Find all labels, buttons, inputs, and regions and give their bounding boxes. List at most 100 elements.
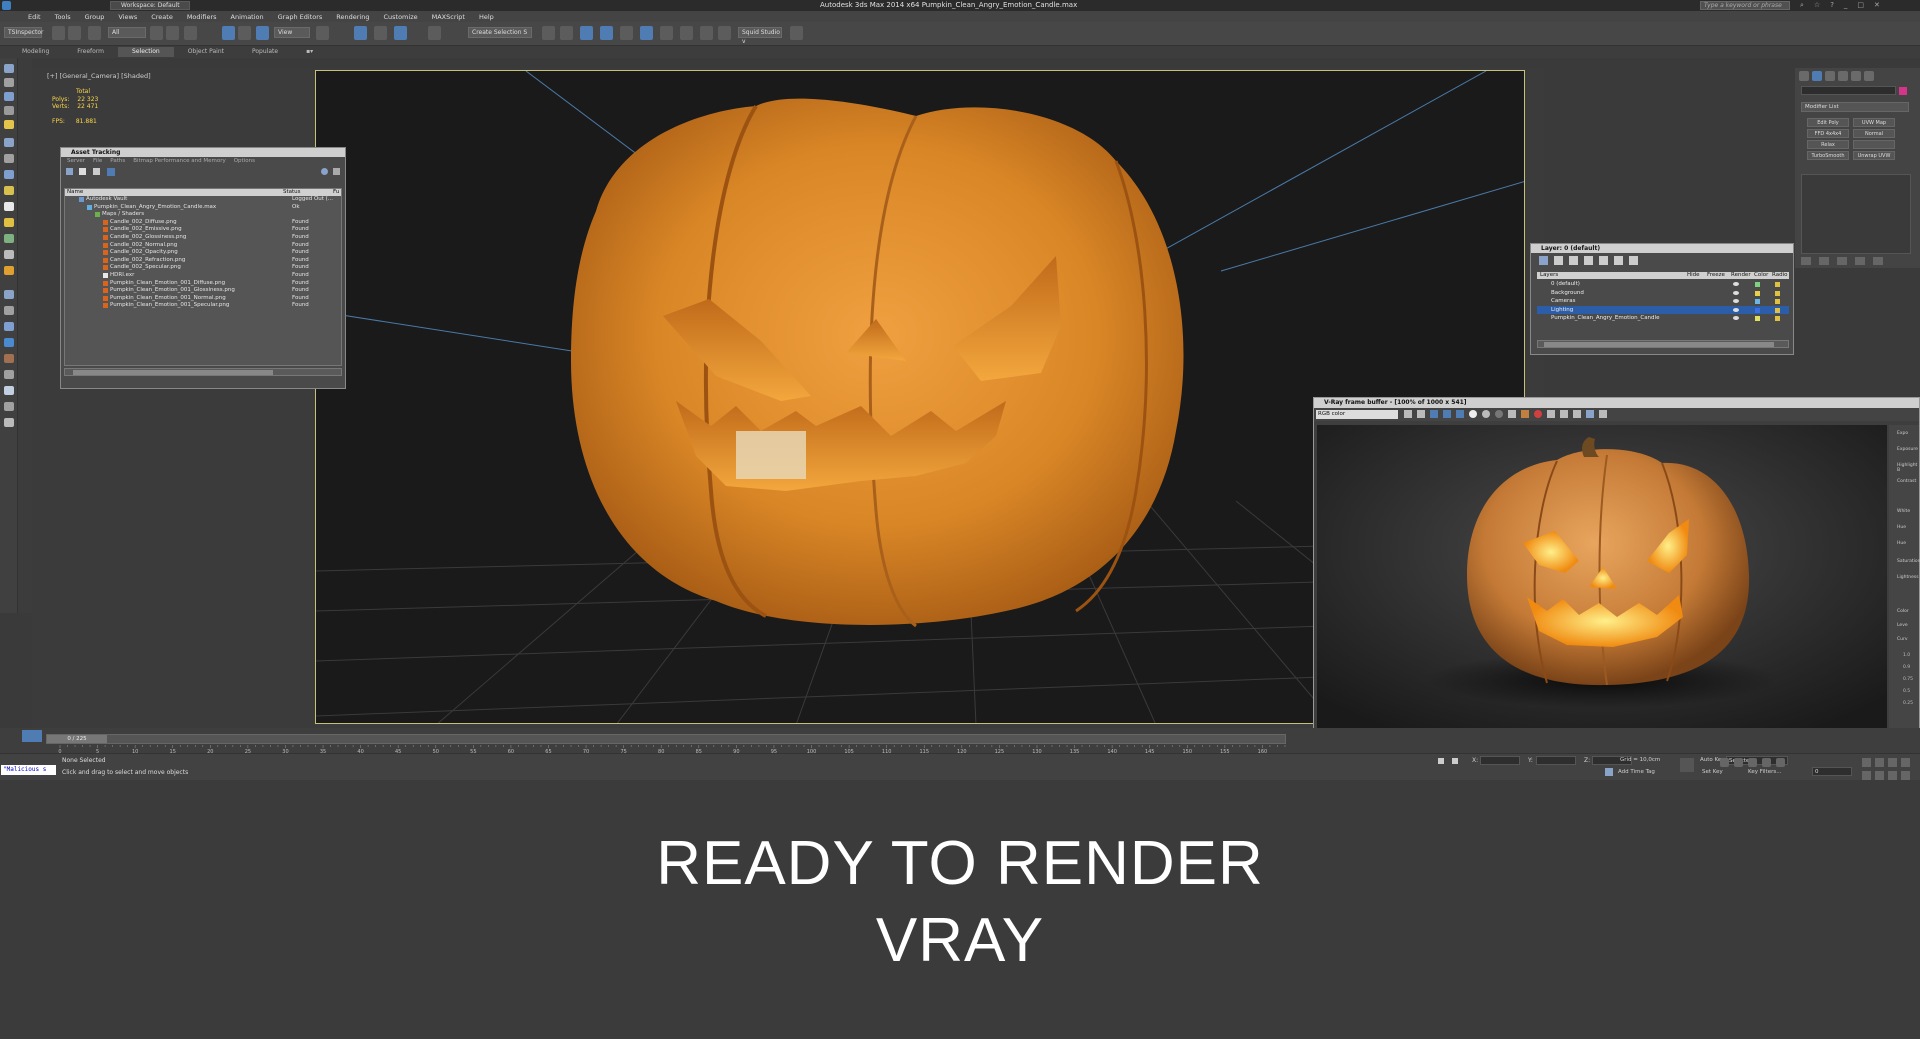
- alpha-icon[interactable]: [1469, 410, 1477, 418]
- render-teapot-icon[interactable]: [1733, 307, 1739, 312]
- ffd-button[interactable]: FFD 4x4x4: [1807, 129, 1849, 138]
- scroll-thumb[interactable]: [73, 370, 273, 375]
- align-icon[interactable]: [560, 26, 573, 40]
- tool-icon[interactable]: [4, 78, 14, 87]
- close-icon[interactable]: ✕: [1874, 1, 1880, 10]
- layer-row[interactable]: Background: [1537, 289, 1789, 297]
- menu-file[interactable]: File: [93, 157, 102, 165]
- tab-selection[interactable]: Selection: [118, 47, 174, 57]
- tool-icon[interactable]: [4, 370, 14, 379]
- color-correction-label[interactable]: Color: [1897, 609, 1909, 614]
- menu-group[interactable]: Group: [85, 13, 105, 21]
- pivot-icon[interactable]: [316, 26, 329, 40]
- hide-all-icon[interactable]: [1614, 256, 1623, 265]
- menu-help[interactable]: Help: [479, 13, 494, 21]
- rendered-image[interactable]: [1317, 425, 1887, 732]
- asset-table[interactable]: Name Status Fu Autodesk Vault Logged Out …: [64, 188, 342, 366]
- named-selection-dropdown[interactable]: Create Selection S: [468, 27, 532, 38]
- tool-icon[interactable]: [4, 386, 14, 395]
- rendered-frame-window-icon[interactable]: [700, 26, 713, 40]
- menu-server[interactable]: Server: [67, 157, 85, 165]
- tab-modeling[interactable]: Modeling: [8, 47, 63, 57]
- menu-maxscript[interactable]: MAXScript: [432, 13, 465, 21]
- x-coordinate-field[interactable]: [1480, 756, 1520, 765]
- render-teapot-icon[interactable]: [1733, 316, 1739, 320]
- viewport-label[interactable]: [+] [General_Camera] [Shaded]: [47, 72, 151, 80]
- color-correction-label[interactable]: Saturation: [1897, 559, 1920, 564]
- goto-start-icon[interactable]: [1720, 758, 1729, 767]
- normal-button[interactable]: Normal: [1853, 129, 1895, 138]
- absolute-mode-icon[interactable]: [1452, 758, 1458, 764]
- select-objects-icon[interactable]: [1584, 256, 1593, 265]
- dark-icon[interactable]: [1495, 410, 1503, 418]
- maximize-icon[interactable]: □: [1857, 1, 1864, 10]
- relax-button[interactable]: Relax: [1807, 140, 1849, 149]
- tool-icon[interactable]: [4, 92, 14, 101]
- blue-channel-icon[interactable]: [1456, 410, 1464, 418]
- spinner-snap-icon[interactable]: [428, 26, 441, 40]
- column-layers[interactable]: Layers: [1540, 272, 1558, 279]
- color-correction-label[interactable]: Contrast: [1897, 479, 1916, 484]
- star-icon[interactable]: ☆: [1814, 1, 1820, 10]
- radiosity-icon[interactable]: [1775, 316, 1780, 321]
- layer-color-swatch[interactable]: [1755, 316, 1760, 321]
- modifier-stack[interactable]: [1801, 174, 1911, 254]
- graphite-toggle-icon[interactable]: [600, 26, 613, 40]
- plugin-icon[interactable]: [790, 26, 803, 40]
- menu-customize[interactable]: Customize: [383, 13, 417, 21]
- asset-row[interactable]: Candle_002_Diffuse.png Found: [65, 219, 341, 227]
- mono-icon[interactable]: [1482, 410, 1490, 418]
- color-correction-label[interactable]: Hue: [1897, 525, 1906, 530]
- next-frame-icon[interactable]: [1762, 758, 1771, 767]
- menu-options[interactable]: Options: [234, 157, 255, 165]
- track-mouse-icon[interactable]: [1560, 410, 1568, 418]
- column-full-path[interactable]: Fu: [333, 189, 339, 196]
- schematic-view-icon[interactable]: [640, 26, 653, 40]
- tab-object-paint[interactable]: Object Paint: [174, 47, 238, 57]
- frame-ruler[interactable]: 0 5 10 15 20 25 30 35 40 45 50 55 60 65 70 75 80 85 90 95 10…: [46, 745, 1286, 753]
- maxscript-listener[interactable]: "Malicious s: [1, 765, 56, 775]
- radiosity-icon[interactable]: [1775, 307, 1780, 313]
- red-channel-icon[interactable]: [1430, 410, 1438, 418]
- edit-poly-button[interactable]: Edit Poly: [1807, 118, 1849, 127]
- color-correction-label[interactable]: Leve: [1897, 623, 1908, 628]
- column-hide[interactable]: Hide: [1687, 272, 1700, 279]
- uvw-map-button[interactable]: UVW Map: [1853, 118, 1895, 127]
- table-view-icon[interactable]: [107, 168, 115, 176]
- curve-editor-icon[interactable]: [620, 26, 633, 40]
- copy-icon[interactable]: [1599, 410, 1607, 418]
- show-end-result-icon[interactable]: [1819, 257, 1829, 265]
- asset-row[interactable]: Candle_002_Refraction.png Found: [65, 257, 341, 265]
- asset-row[interactable]: Candle_002_Opacity.png Found: [65, 249, 341, 257]
- asset-row[interactable]: Candle_002_Specular.png Found: [65, 264, 341, 272]
- freeze-all-icon[interactable]: [1629, 256, 1638, 265]
- time-slider-thumb[interactable]: 0 / 225: [47, 735, 107, 743]
- play-icon[interactable]: [1748, 758, 1757, 767]
- key-filters-button[interactable]: Key Filters...: [1748, 769, 1781, 775]
- tool-icon[interactable]: [4, 354, 14, 363]
- column-radiosity[interactable]: Radio: [1772, 272, 1787, 279]
- column-freeze[interactable]: Freeze: [1707, 272, 1725, 279]
- grid-view-icon[interactable]: [93, 168, 100, 175]
- tool-icon[interactable]: [4, 170, 14, 179]
- clear-icon[interactable]: [1508, 410, 1516, 418]
- document-icon[interactable]: [79, 168, 86, 175]
- refresh-icon[interactable]: [66, 168, 73, 175]
- percent-snap-icon[interactable]: [394, 26, 407, 40]
- color-correction-label[interactable]: Hue: [1897, 541, 1906, 546]
- load-icon[interactable]: [1417, 410, 1425, 418]
- light-icon[interactable]: [4, 120, 14, 129]
- squid-studio-dropdown[interactable]: Squid Studio v: [738, 27, 782, 45]
- menu-edit[interactable]: Edit: [28, 13, 41, 21]
- layer-color-swatch[interactable]: [1755, 307, 1760, 313]
- add-time-tag[interactable]: Add Time Tag: [1618, 769, 1655, 775]
- menu-paths[interactable]: Paths: [110, 157, 125, 165]
- asset-row[interactable]: Candle_002_Glossiness.png Found: [65, 234, 341, 242]
- time-tag-icon[interactable]: [1605, 768, 1613, 776]
- tool-icon[interactable]: [4, 338, 14, 347]
- color-correction-label[interactable]: White: [1897, 509, 1910, 514]
- maximize-viewport-icon[interactable]: [1901, 771, 1910, 780]
- empty-button[interactable]: [1853, 140, 1895, 149]
- new-layer-icon[interactable]: [1539, 256, 1548, 265]
- layer-manager-icon[interactable]: [580, 26, 593, 40]
